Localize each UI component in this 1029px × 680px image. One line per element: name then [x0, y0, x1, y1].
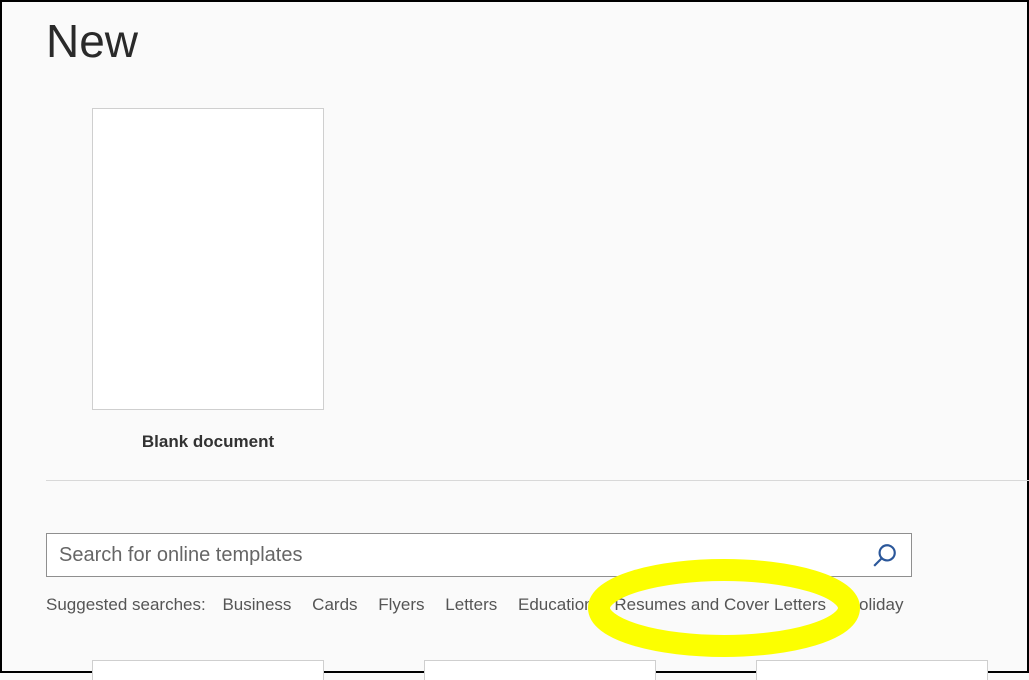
suggested-link-holiday[interactable]: Holiday: [847, 595, 904, 615]
template-thumbnail-partial[interactable]: [92, 660, 324, 680]
bottom-template-row: [92, 660, 1027, 680]
template-item-blank[interactable]: Blank document: [92, 108, 324, 452]
suggested-link-flyers[interactable]: Flyers: [378, 595, 424, 615]
template-thumbnail-partial[interactable]: [424, 660, 656, 680]
search-container: [46, 533, 912, 577]
page-title: New: [46, 14, 1027, 68]
search-icon: [872, 542, 898, 568]
suggested-link-letters[interactable]: Letters: [445, 595, 497, 615]
search-button[interactable]: [871, 541, 899, 569]
suggested-link-education[interactable]: Education: [518, 595, 594, 615]
template-label: Blank document: [92, 432, 324, 452]
search-input[interactable]: [59, 544, 871, 567]
suggested-link-cards[interactable]: Cards: [312, 595, 357, 615]
suggested-label: Suggested searches:: [46, 595, 206, 614]
section-divider: [46, 480, 1029, 481]
blank-document-thumbnail[interactable]: [92, 108, 324, 410]
suggested-link-business[interactable]: Business: [222, 595, 291, 615]
template-thumbnail-partial[interactable]: [756, 660, 988, 680]
suggested-link-resumes[interactable]: Resumes and Cover Letters: [614, 595, 826, 615]
suggested-searches-row: Suggested searches: Business Cards Flyer…: [46, 595, 1027, 615]
template-gallery: Blank document: [92, 108, 1027, 452]
